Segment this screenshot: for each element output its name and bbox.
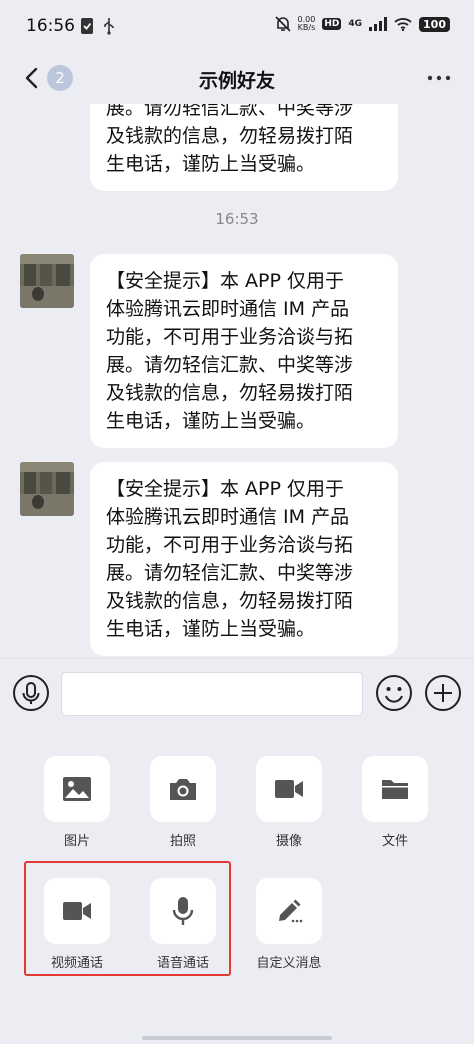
message-line: 【安全提示】本 APP 仅用于	[106, 270, 344, 292]
input-bar	[0, 658, 474, 730]
more-actions-plus-icon[interactable]	[424, 674, 462, 712]
message-bubble[interactable]: 【安全提示】本 APP 仅用于 体验腾讯云即时通信 IM 产品 功能，不可用于业…	[90, 462, 398, 656]
tool-file[interactable]: 文件	[352, 756, 438, 849]
speed-unit: KB/s	[297, 23, 316, 32]
status-time: 16:56	[26, 16, 75, 36]
tool-file-label: 文件	[381, 834, 408, 849]
tool-video-record[interactable]: 摄像	[246, 756, 332, 849]
friend-avatar[interactable]	[20, 254, 74, 308]
tool-image-label: 图片	[63, 834, 90, 849]
network-type: 4G	[348, 19, 363, 29]
message-line: 展。请勿轻信汇款、中奖等涉	[106, 562, 354, 584]
tool-voice-call[interactable]: 语音通话	[140, 878, 226, 971]
message-bubble[interactable]: 展。请勿轻信汇款、中奖等涉 及钱款的信息，勿轻易拨打陌 生电话，谨防上当受骗。	[90, 104, 398, 191]
tool-image-box[interactable]	[44, 756, 110, 822]
voice-input-icon[interactable]	[12, 674, 50, 712]
message-line: 【安全提示】本 APP 仅用于	[106, 478, 344, 500]
message-line: 生电话，谨防上当受骗。	[106, 153, 316, 175]
message-timestamp: 16:53	[215, 210, 259, 228]
tool-custom-message-label: 自定义消息	[256, 956, 322, 971]
avatar-image	[20, 462, 74, 516]
emoji-icon[interactable]	[375, 674, 413, 712]
edit-pencil-icon	[279, 899, 303, 923]
tool-file-box[interactable]	[362, 756, 428, 822]
avatar-image	[20, 254, 74, 308]
conversation-title: 示例好友	[198, 70, 275, 92]
tool-video-call-box[interactable]	[44, 878, 110, 944]
message-line: 及钱款的信息，勿轻易拨打陌	[106, 382, 354, 404]
chat-header: 2 示例好友	[0, 52, 474, 104]
tool-video-record-label: 摄像	[275, 834, 302, 849]
message-line: 展。请勿轻信汇款、中奖等涉	[106, 104, 354, 119]
notification-app-icon	[81, 18, 93, 34]
tool-voice-call-box[interactable]	[150, 878, 216, 944]
more-options-icon[interactable]	[426, 64, 452, 92]
video-camera-icon	[275, 780, 303, 798]
mute-bell-icon	[274, 16, 291, 32]
tool-photo-label: 拍照	[169, 834, 196, 849]
tool-custom-message[interactable]: 自定义消息	[246, 878, 332, 971]
image-icon	[63, 777, 91, 801]
message-line: 生电话，谨防上当受骗。	[106, 618, 316, 640]
home-indicator[interactable]	[142, 1036, 332, 1040]
message-line: 生电话，谨防上当受骗。	[106, 410, 316, 432]
tool-video-record-box[interactable]	[256, 756, 322, 822]
friend-avatar[interactable]	[20, 462, 74, 516]
message-line: 及钱款的信息，勿轻易拨打陌	[106, 590, 354, 612]
network-speed: 0.00 KB/s	[298, 16, 316, 32]
message-input[interactable]	[61, 672, 363, 716]
status-bar: 16:56 0.00 KB/s HD 4G 100	[0, 0, 474, 52]
signal-icon	[369, 17, 388, 31]
microphone-icon	[172, 897, 194, 925]
more-actions-panel: 图片 拍照 摄像 文件 视频通话 语音通话 自定义消息	[0, 730, 474, 1044]
folder-icon	[382, 780, 408, 799]
message-list[interactable]: 展。请勿轻信汇款、中奖等涉 及钱款的信息，勿轻易拨打陌 生电话，谨防上当受骗。 …	[0, 104, 474, 658]
usb-icon	[104, 18, 114, 35]
message-bubble[interactable]: 【安全提示】本 APP 仅用于 体验腾讯云即时通信 IM 产品 功能，不可用于业…	[90, 254, 398, 448]
status-left-icons	[80, 17, 116, 35]
wifi-icon	[394, 18, 412, 31]
tool-voice-call-label: 语音通话	[156, 956, 209, 971]
message-line: 功能，不可用于业务洽谈与拓	[106, 326, 354, 348]
message-line: 及钱款的信息，勿轻易拨打陌	[106, 125, 354, 147]
status-right-icons: 0.00 KB/s HD 4G 100	[274, 15, 450, 33]
hd-badge: HD	[322, 18, 342, 30]
tool-photo[interactable]: 拍照	[140, 756, 226, 849]
camera-icon	[170, 779, 196, 800]
message-line: 功能，不可用于业务洽谈与拓	[106, 534, 354, 556]
tool-video-call[interactable]: 视频通话	[34, 878, 120, 971]
tool-image[interactable]: 图片	[34, 756, 120, 849]
tool-video-call-label: 视频通话	[50, 956, 103, 971]
tool-photo-box[interactable]	[150, 756, 216, 822]
video-call-icon	[63, 902, 91, 920]
message-line: 展。请勿轻信汇款、中奖等涉	[106, 354, 354, 376]
message-line: 体验腾讯云即时通信 IM 产品	[106, 506, 350, 528]
message-line: 体验腾讯云即时通信 IM 产品	[106, 298, 350, 320]
tool-custom-message-box[interactable]	[256, 878, 322, 944]
battery-indicator: 100	[419, 16, 450, 32]
